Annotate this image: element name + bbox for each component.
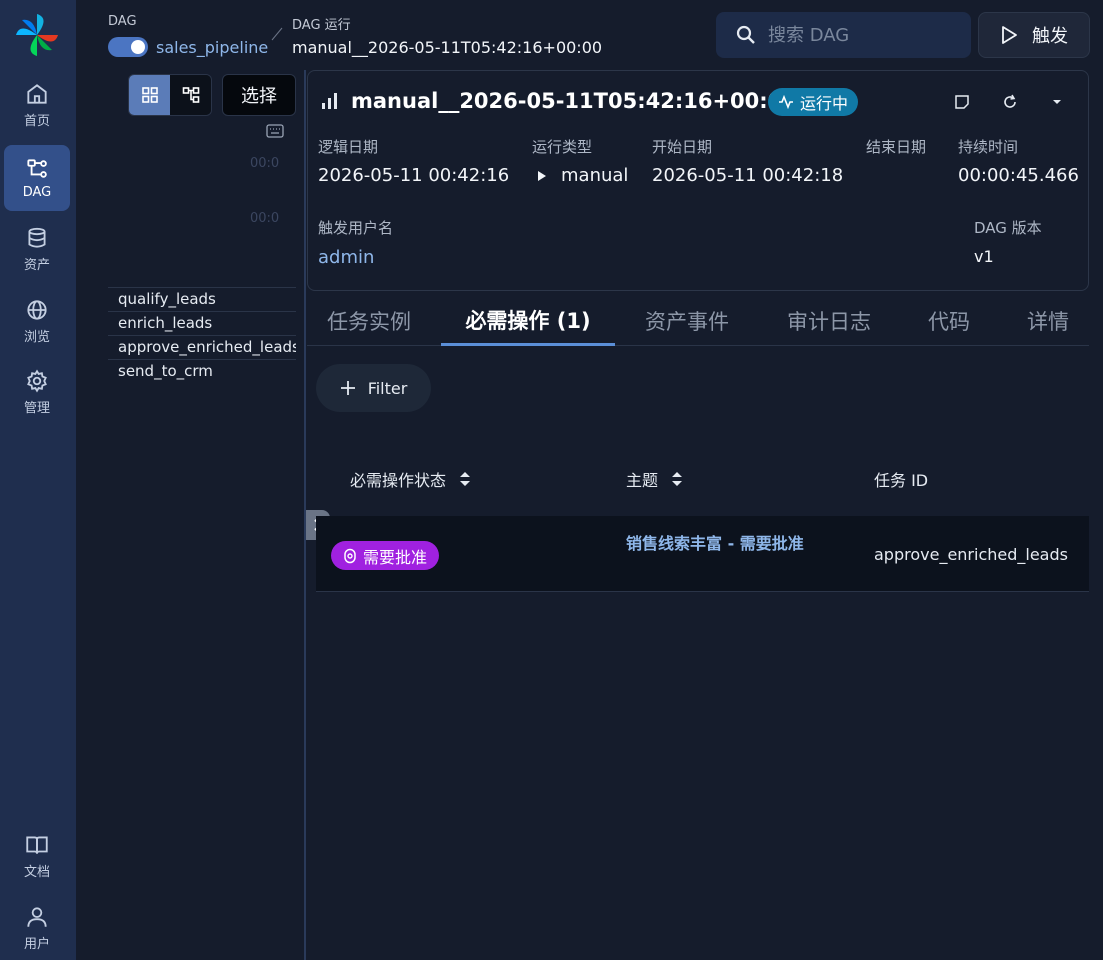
trigger-button[interactable]: 触发 (978, 12, 1090, 58)
column-header-label: 主题 (626, 471, 659, 490)
keyboard-icon[interactable] (266, 124, 284, 138)
nav-item-dag[interactable]: DAG (4, 145, 70, 211)
nav-item-label: DAG (22, 185, 52, 200)
filter-button-label: Filter (367, 378, 408, 398)
task-list: qualify_leads enrich_leads approve_enric… (108, 287, 296, 383)
toggle-knob (131, 40, 145, 54)
duration-axis-label: 00:0 (250, 156, 280, 171)
hourglass-icon (344, 548, 356, 563)
nav-item-assets[interactable]: 资产 (4, 216, 70, 282)
trigger-button-label: 触发 (1032, 26, 1068, 47)
run-type-value: manual (561, 165, 629, 186)
nav-item-label: 管理 (23, 401, 50, 416)
duration-axis-label: 00:0 (250, 211, 280, 226)
logical-date-value: 2026-05-11 00:42:16 (318, 165, 510, 186)
tab-details[interactable]: 详情 (1011, 296, 1085, 346)
tab-asset-events[interactable]: 资产事件 (627, 296, 747, 346)
task-row-approve-enriched-leads[interactable]: approve_enriched_leads (108, 335, 296, 359)
chevron-down-icon (1053, 100, 1061, 104)
nav-item-admin[interactable]: 管理 (4, 359, 70, 425)
dag-version-label: DAG 版本 (974, 219, 1042, 237)
nav-item-label: 浏览 (23, 330, 50, 345)
play-icon (1002, 26, 1017, 44)
triggered-by-value[interactable]: admin (318, 247, 374, 268)
home-icon (27, 84, 47, 104)
book-icon (26, 836, 48, 854)
task-row-send-to-crm[interactable]: send_to_crm (108, 359, 296, 383)
nav-item-label: 首页 (23, 114, 50, 129)
sort-icon (460, 472, 471, 486)
run-bar-chart-icon (322, 93, 337, 109)
tab-required-actions[interactable]: 必需操作 (1) (441, 296, 615, 346)
graph-view-button[interactable] (170, 75, 211, 115)
triggered-by-label: 触发用户名 (318, 219, 394, 237)
subject-link[interactable]: 销售线索丰富 - 需要批准 (626, 532, 816, 556)
user-icon (27, 907, 47, 927)
dag-icon (27, 159, 47, 178)
tab-task-instances[interactable]: 任务实例 (307, 296, 431, 346)
column-header-label: 必需操作状态 (350, 471, 447, 490)
dag-pause-toggle[interactable] (108, 37, 148, 57)
breadcrumb-separator-icon (271, 27, 283, 41)
start-date-label: 开始日期 (652, 138, 713, 156)
column-header-task-id: 任务 ID (874, 467, 928, 491)
activity-icon (779, 95, 793, 109)
search-input[interactable] (768, 24, 958, 46)
refresh-icon (1004, 94, 1016, 108)
add-note-button[interactable] (946, 86, 978, 118)
nav-item-browse[interactable]: 浏览 (4, 288, 70, 354)
end-date-label: 结束日期 (866, 138, 927, 156)
nav-item-docs[interactable]: 文档 (4, 823, 70, 889)
database-icon (28, 227, 46, 248)
run-state-label: 运行中 (800, 94, 849, 113)
column-header-subject[interactable]: 主题 (626, 467, 684, 491)
grid-icon (141, 87, 158, 103)
search-box[interactable] (716, 12, 971, 58)
graph-icon (182, 87, 199, 103)
logical-date-label: 逻辑日期 (318, 138, 379, 156)
nav-item-label: 用户 (23, 937, 50, 952)
manual-run-icon (538, 171, 546, 181)
more-actions-button[interactable] (1041, 86, 1073, 118)
start-date-value: 2026-05-11 00:42:18 (652, 165, 844, 186)
run-type-label: 运行类型 (532, 138, 593, 156)
breadcrumb-run-id: manual__2026-05-11T05:42:16+00:00 (292, 38, 603, 57)
status-badge-label: 需要批准 (363, 547, 428, 567)
tab-code[interactable]: 代码 (912, 296, 986, 346)
globe-icon (27, 300, 47, 320)
gear-icon (27, 369, 47, 393)
column-header-label: 任务 ID (874, 471, 929, 490)
nav-item-label: 资产 (23, 258, 50, 273)
task-row-qualify-leads[interactable]: qualify_leads (108, 287, 296, 311)
nav-item-user[interactable]: 用户 (4, 895, 70, 960)
dag-version-value: v1 (974, 247, 994, 266)
task-row-enrich-leads[interactable]: enrich_leads (108, 311, 296, 335)
run-title: manual__2026-05-11T05:42:16+00:00 (351, 89, 797, 113)
view-mode-toggle (128, 74, 212, 116)
search-icon (736, 25, 755, 44)
tab-audit-log[interactable]: 审计日志 (769, 296, 889, 346)
airflow-logo-icon[interactable] (14, 12, 60, 58)
nav-item-home[interactable]: 首页 (4, 72, 70, 138)
note-icon (955, 95, 969, 109)
run-state-badge: 运行中 (768, 88, 859, 116)
duration-label: 持续时间 (958, 138, 1019, 156)
duration-value: 00:00:45.466 (958, 165, 1079, 186)
filter-button[interactable]: Filter (316, 364, 431, 412)
status-badge: 需要批准 (331, 541, 440, 570)
column-header-status[interactable]: 必需操作状态 (350, 467, 472, 491)
run-tabs: 任务实例 必需操作 (1) 资产事件 审计日志 代码 详情 (307, 296, 1089, 346)
breadcrumb-dag-label: DAG (108, 14, 137, 29)
grid-view-button[interactable] (129, 75, 170, 115)
breadcrumb-run-label: DAG 运行 (292, 18, 351, 33)
left-nav: 首页 DAG 资产 浏览 管理 文档 用户 (0, 0, 76, 960)
select-button[interactable]: 选择 (222, 74, 296, 116)
breadcrumb-dag-link[interactable]: sales_pipeline (156, 38, 268, 57)
clear-run-button[interactable] (994, 86, 1026, 118)
plus-icon (340, 381, 355, 395)
task-id-cell: approve_enriched_leads (874, 545, 1068, 564)
sort-icon (672, 472, 683, 486)
nav-item-label: 文档 (23, 865, 50, 880)
